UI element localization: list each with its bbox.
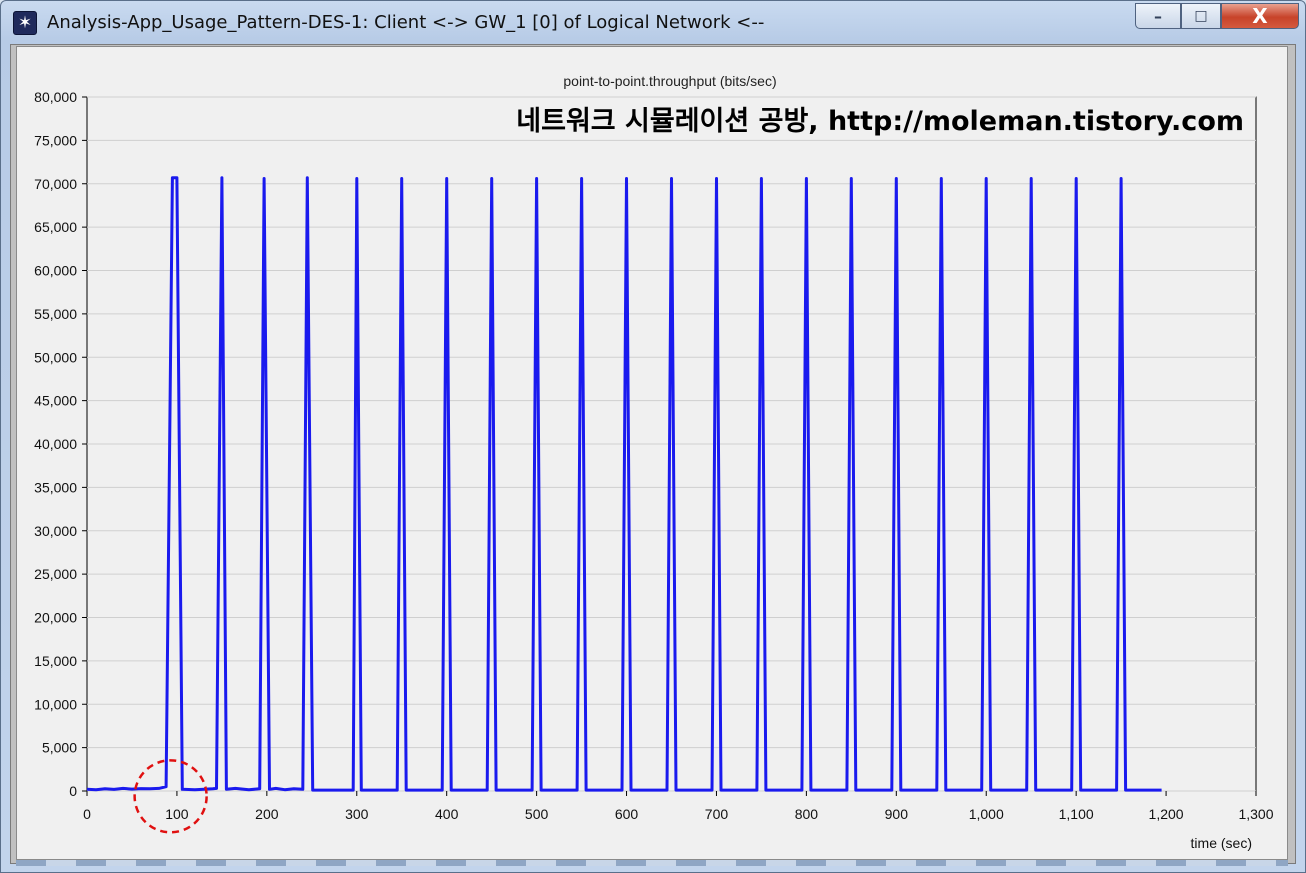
x-tick-label: 1,300 [1238, 806, 1273, 822]
chart-title: point-to-point.throughput (bits/sec) [563, 73, 776, 89]
y-tick-label: 75,000 [34, 132, 77, 148]
x-tick-label: 200 [255, 806, 279, 822]
x-tick-label: 500 [525, 806, 549, 822]
y-tick-label: 25,000 [34, 566, 77, 582]
y-tick-label: 20,000 [34, 610, 77, 626]
x-tick-label: 800 [795, 806, 819, 822]
y-tick-label: 5,000 [42, 740, 77, 756]
throughput-chart: point-to-point.throughput (bits/sec) 0 5,… [34, 73, 1274, 851]
x-axis: 0 100 200 300 400 500 600 700 800 900 1,000 1,100 1,… [83, 791, 1274, 822]
x-tick-label: 900 [885, 806, 909, 822]
y-tick-label: 0 [69, 783, 77, 799]
y-tick-label: 55,000 [34, 306, 77, 322]
y-tick-label: 45,000 [34, 393, 77, 409]
y-tick-label: 15,000 [34, 653, 77, 669]
x-tick-label: 100 [165, 806, 189, 822]
x-tick-label: 400 [435, 806, 459, 822]
y-tick-label: 65,000 [34, 219, 77, 235]
x-tick-label: 1,000 [969, 806, 1004, 822]
y-tick-label: 40,000 [34, 436, 77, 452]
x-tick-label: 600 [615, 806, 639, 822]
y-tick-label: 10,000 [34, 696, 77, 712]
y-tick-label: 30,000 [34, 523, 77, 539]
y-tick-label: 60,000 [34, 263, 77, 279]
watermark-text: 네트워크 시뮬레이션 공방, http://moleman.tistory.co… [516, 106, 1244, 137]
y-axis: 0 5,000 10,000 15,000 20,000 25,000 30,000 35,0… [34, 89, 87, 799]
x-tick-label: 700 [705, 806, 729, 822]
y-tick-label: 35,000 [34, 479, 77, 495]
x-tick-label: 300 [345, 806, 369, 822]
y-tick-label: 80,000 [34, 89, 77, 105]
x-axis-label: time (sec) [1191, 835, 1252, 851]
x-tick-label: 1,100 [1059, 806, 1094, 822]
y-tick-label: 70,000 [34, 176, 77, 192]
x-tick-label: 1,200 [1149, 806, 1184, 822]
x-tick-label: 0 [83, 806, 91, 822]
y-tick-label: 50,000 [34, 349, 77, 365]
